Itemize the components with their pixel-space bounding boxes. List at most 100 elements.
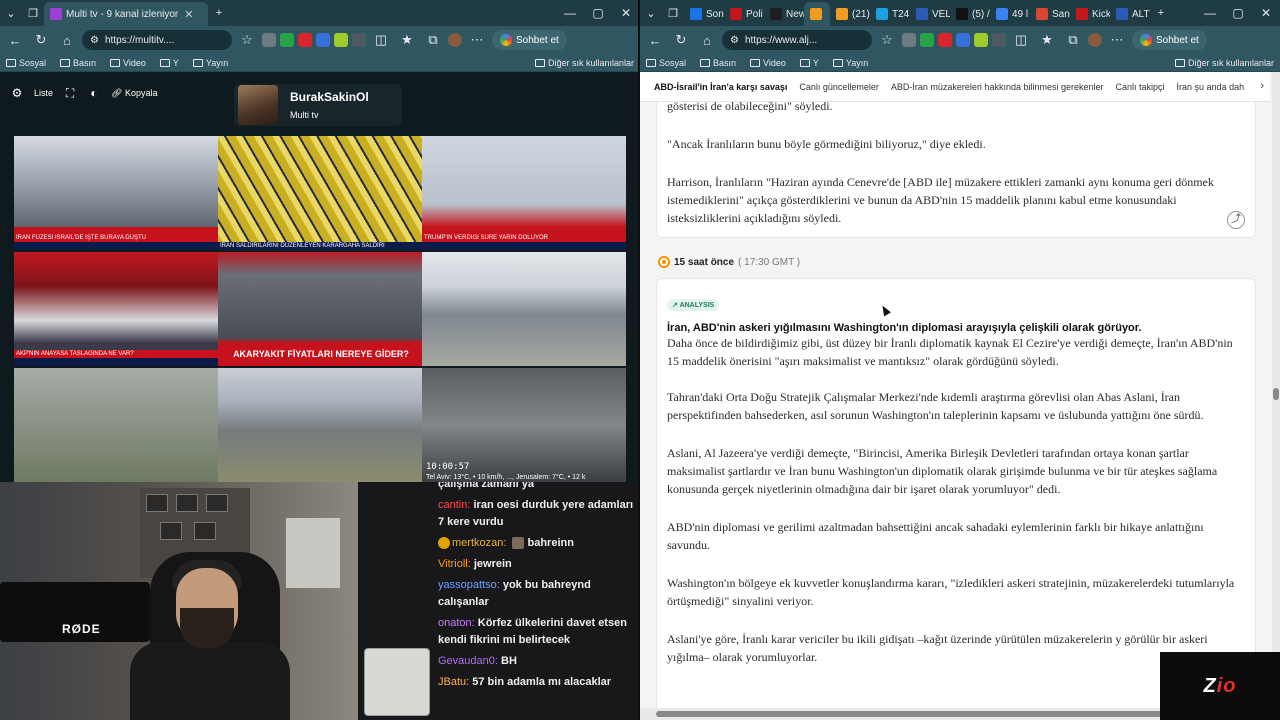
site-info-icon[interactable]: ⚙ bbox=[730, 35, 739, 46]
new-tab-icon[interactable]: + bbox=[208, 7, 230, 19]
settings-icon[interactable]: ⚙ bbox=[10, 86, 24, 100]
minimize-icon[interactable]: — bbox=[556, 6, 584, 20]
tab-multitv[interactable]: Multi tv - 9 kanal izleniyor ✕ bbox=[44, 2, 208, 26]
extension-icon[interactable] bbox=[920, 33, 934, 47]
topic-link[interactable]: Canlı güncellemeler bbox=[799, 82, 879, 92]
extension-icon[interactable] bbox=[298, 33, 312, 47]
new-tab-icon[interactable]: + bbox=[1150, 7, 1172, 19]
browser-tab[interactable]: Son bbox=[684, 2, 724, 26]
more-icon[interactable]: ⋯ bbox=[466, 29, 488, 51]
browser-tab[interactable]: (21) bbox=[830, 2, 870, 26]
bookmark-folder[interactable]: Video bbox=[750, 58, 786, 68]
reload-icon[interactable]: ↻ bbox=[670, 29, 692, 51]
collections-icon[interactable]: ⧉ bbox=[422, 29, 444, 51]
chat-username[interactable]: cantin: bbox=[438, 499, 470, 511]
video-tile-1[interactable]: İRAN FÜZESİ İSRAİL'DE İŞTE BURAYA DÜŞTÜ bbox=[14, 136, 218, 250]
close-window-icon[interactable]: ✕ bbox=[1252, 6, 1280, 20]
browser-tab[interactable]: T24 bbox=[870, 2, 910, 26]
browser-tab[interactable]: San bbox=[1030, 2, 1070, 26]
bookmark-folder[interactable]: Video bbox=[110, 58, 146, 68]
extension-icon[interactable] bbox=[938, 33, 952, 47]
topic-link[interactable]: Canlı takipçi bbox=[1116, 82, 1165, 92]
video-tile-7[interactable] bbox=[14, 368, 218, 482]
video-tile-8[interactable] bbox=[218, 368, 422, 482]
bookmark-folder[interactable]: Yayın bbox=[832, 58, 868, 68]
video-tile-6[interactable] bbox=[422, 252, 626, 366]
video-tile-4[interactable]: AKP'NİN ANAYASA TASLAĞINDA NE VAR? bbox=[14, 252, 218, 366]
extension-icon[interactable] bbox=[262, 33, 276, 47]
video-tile-3[interactable]: TRUMP'IN VERDİĞİ SÜRE YARIN DOLUYOR bbox=[422, 136, 626, 250]
favorites-icon[interactable]: ★ bbox=[1036, 29, 1058, 51]
browser-tab[interactable]: (5) / bbox=[950, 2, 990, 26]
other-favorites[interactable]: Diğer sık kullanılanlar bbox=[1174, 58, 1274, 68]
browser-tab[interactable]: VEL bbox=[910, 2, 950, 26]
extension-icon[interactable] bbox=[992, 33, 1006, 47]
scroll-thumb[interactable] bbox=[1273, 388, 1279, 400]
maximize-icon[interactable]: ▢ bbox=[1224, 6, 1252, 20]
extension-icon[interactable] bbox=[334, 33, 348, 47]
list-button[interactable]: Liste bbox=[34, 88, 53, 98]
extension-icon[interactable] bbox=[316, 33, 330, 47]
bookmark-folder[interactable]: Sosyal bbox=[6, 58, 46, 68]
bookmark-folder[interactable]: Basın bbox=[700, 58, 736, 68]
close-window-icon[interactable]: ✕ bbox=[612, 6, 640, 20]
extension-icon[interactable] bbox=[902, 33, 916, 47]
scroll-thumb[interactable] bbox=[656, 711, 1176, 717]
topic-link[interactable]: İran şu anda dah bbox=[1177, 82, 1245, 92]
home-icon[interactable]: ⌂ bbox=[56, 29, 78, 51]
bookmark-folder[interactable]: Y bbox=[799, 58, 819, 68]
extension-icon[interactable] bbox=[956, 33, 970, 47]
tab-list-icon[interactable]: ⌄ bbox=[640, 7, 662, 20]
close-tab-icon[interactable]: ✕ bbox=[184, 8, 193, 21]
bookmark-folder[interactable]: Basın bbox=[60, 58, 96, 68]
home-icon[interactable]: ⌂ bbox=[696, 29, 718, 51]
extension-icon[interactable] bbox=[352, 33, 366, 47]
video-tile-2[interactable]: İRAN SALDIRILARINI DÜZENLEYEN KARARGAHA … bbox=[218, 136, 422, 250]
maximize-icon[interactable]: ▢ bbox=[584, 6, 612, 20]
chevron-right-icon[interactable]: › bbox=[1260, 80, 1264, 92]
workspaces-icon[interactable]: ❐ bbox=[662, 7, 684, 20]
topic-link[interactable]: ABD-İran müzakereleri hakkında bilinmesi… bbox=[891, 82, 1104, 92]
video-tile-9[interactable]: 10:00:57 Tel Aviv: 13°C, • 10 km/h, ...,… bbox=[422, 368, 626, 482]
back-icon[interactable]: ← bbox=[644, 29, 666, 51]
fullscreen-icon[interactable]: ⛶ bbox=[63, 86, 77, 100]
back-icon[interactable]: ← bbox=[4, 29, 26, 51]
copilot-chat-button[interactable]: Sohbet et bbox=[1132, 30, 1207, 50]
browser-tab[interactable]: ALT bbox=[1110, 2, 1150, 26]
address-bar[interactable]: ⚙ https://www.alj... bbox=[722, 30, 872, 50]
bookmark-folder[interactable]: Yayın bbox=[192, 58, 228, 68]
chat-username[interactable]: onaton: bbox=[438, 617, 475, 629]
other-favorites[interactable]: Diğer sık kullanılanlar bbox=[534, 58, 634, 68]
chat-username[interactable]: Vitrioll: bbox=[438, 558, 471, 570]
workspaces-icon[interactable]: ❐ bbox=[22, 7, 44, 20]
site-info-icon[interactable]: ⚙ bbox=[90, 35, 99, 46]
browser-tab[interactable]: Kick bbox=[1070, 2, 1110, 26]
address-bar[interactable]: ⚙ https://multitv.... bbox=[82, 30, 232, 50]
bookmark-folder[interactable]: Y bbox=[159, 58, 179, 68]
audio-icon[interactable]: ◐ bbox=[87, 86, 101, 100]
chat-username[interactable]: JBatu: bbox=[438, 676, 469, 688]
star-icon[interactable]: ☆ bbox=[876, 29, 898, 51]
channel-card[interactable]: BurakSakinOl Multi tv bbox=[234, 84, 402, 126]
share-icon[interactable]: ⤴ bbox=[1227, 211, 1245, 229]
collections-icon[interactable]: ⧉ bbox=[1062, 29, 1084, 51]
browser-tab[interactable]: 49 l bbox=[990, 2, 1030, 26]
bookmark-folder[interactable]: Sosyal bbox=[646, 58, 686, 68]
copy-button[interactable]: 🔗︎ Kopyala bbox=[111, 88, 157, 99]
split-view-icon[interactable]: ◫ bbox=[370, 29, 392, 51]
topic-link[interactable]: ABD-İsrail'in İran'a karşı savaşı bbox=[654, 82, 787, 92]
vertical-scrollbar[interactable] bbox=[1272, 72, 1280, 708]
video-tile-5[interactable]: AKARYAKIT FİYATLARI NEREYE GİDER? bbox=[218, 252, 422, 366]
favorites-icon[interactable]: ★ bbox=[396, 29, 418, 51]
minimize-icon[interactable]: — bbox=[1196, 6, 1224, 20]
browser-tab[interactable]: Poli bbox=[724, 2, 764, 26]
chat-username[interactable]: Gevaudan0: bbox=[438, 655, 498, 667]
profile-avatar[interactable] bbox=[448, 33, 462, 47]
reload-icon[interactable]: ↻ bbox=[30, 29, 52, 51]
star-icon[interactable]: ☆ bbox=[236, 29, 258, 51]
extension-icon[interactable] bbox=[280, 33, 294, 47]
chat-username[interactable]: yassopattso: bbox=[438, 579, 500, 591]
tab-list-icon[interactable]: ⌄ bbox=[0, 7, 22, 20]
copilot-chat-button[interactable]: Sohbet et bbox=[492, 30, 567, 50]
split-view-icon[interactable]: ◫ bbox=[1010, 29, 1032, 51]
